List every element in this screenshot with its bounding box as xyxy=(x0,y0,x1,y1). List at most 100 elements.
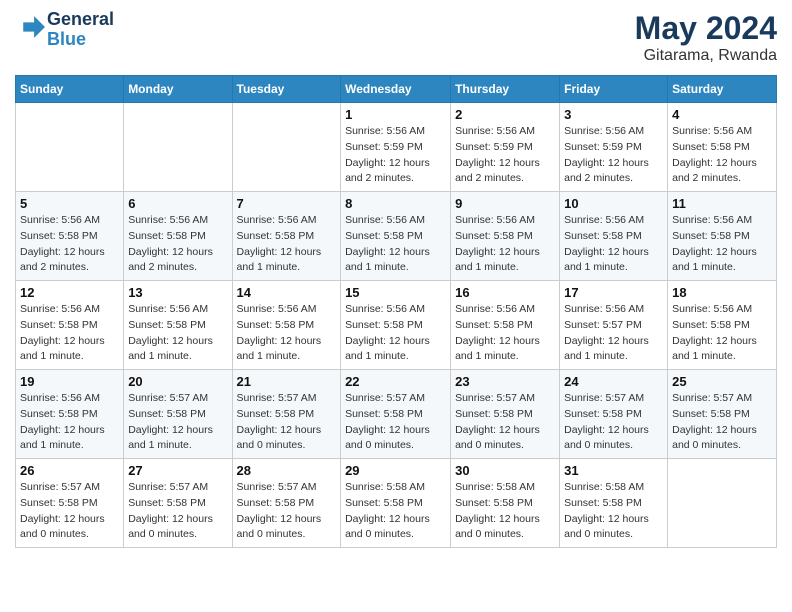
day-number: 9 xyxy=(455,196,555,211)
calendar-cell: 29 Sunrise: 5:58 AM Sunset: 5:58 PM Dayli… xyxy=(341,459,451,548)
day-number: 18 xyxy=(672,285,772,300)
day-number: 6 xyxy=(128,196,227,211)
calendar-cell xyxy=(232,103,341,192)
day-number: 20 xyxy=(128,374,227,389)
day-number: 11 xyxy=(672,196,772,211)
day-number: 13 xyxy=(128,285,227,300)
calendar-cell: 23Sunrise: 5:57 AM Sunset: 5:58 PM Dayli… xyxy=(451,370,560,459)
calendar-cell: 5Sunrise: 5:56 AM Sunset: 5:58 PM Daylig… xyxy=(16,192,124,281)
calendar-cell: 19Sunrise: 5:56 AM Sunset: 5:58 PM Dayli… xyxy=(16,370,124,459)
day-number: 1 xyxy=(345,107,446,122)
calendar-header-row: SundayMondayTuesdayWednesdayThursdayFrid… xyxy=(16,76,777,103)
day-info: Sunrise: 5:57 AM Sunset: 5:58 PM Dayligh… xyxy=(345,391,446,454)
calendar-week-row: 5 Sunrise: 5:56 AM Sunset: 5:58 PM Daylig… xyxy=(16,192,777,281)
day-info: Sunrise: 5:57 AM Sunset: 5:58 PM Dayligh… xyxy=(237,480,337,543)
day-info: Sunrise: 5:57 AM Sunset: 5:58 PM Dayligh… xyxy=(455,391,555,454)
day-info: Sunrise: 5:57 AM Sunset: 5:58 PM Dayligh… xyxy=(128,391,227,454)
calendar-cell: 14Sunrise: 5:56 AM Sunset: 5:58 PM Dayli… xyxy=(232,281,341,370)
calendar-cell: 27 Sunrise: 5:57 AM Sunset: 5:58 PM Dayli… xyxy=(124,459,232,548)
day-info: Sunrise: 5:58 AM Sunset: 5:58 PM Dayligh… xyxy=(345,480,446,543)
calendar-cell: 12 Sunrise: 5:56 AM Sunset: 5:58 PM Dayli… xyxy=(16,281,124,370)
day-info: Sunrise: 5:56 AM Sunset: 5:58 PM Dayligh… xyxy=(455,213,555,276)
calendar-cell: 6 Sunrise: 5:56 AM Sunset: 5:58 PM Daylig… xyxy=(124,192,232,281)
calendar-cell: 11Sunrise: 5:56 AM Sunset: 5:58 PM Dayli… xyxy=(668,192,777,281)
calendar-cell xyxy=(16,103,124,192)
calendar-week-row: 26 Sunrise: 5:57 AM Sunset: 5:58 PM Dayli… xyxy=(16,459,777,548)
calendar-cell: 31 Sunrise: 5:58 AM Sunset: 5:58 PM Dayli… xyxy=(560,459,668,548)
logo: General Blue xyxy=(15,10,114,50)
calendar-cell: 18 Sunrise: 5:56 AM Sunset: 5:58 PM Dayli… xyxy=(668,281,777,370)
day-number: 7 xyxy=(237,196,337,211)
day-number: 17 xyxy=(564,285,663,300)
day-info: Sunrise: 5:57 AM Sunset: 5:58 PM Dayligh… xyxy=(564,391,663,454)
logo-line2: Blue xyxy=(47,30,114,50)
calendar-cell: 16 Sunrise: 5:56 AM Sunset: 5:58 PM Dayli… xyxy=(451,281,560,370)
calendar-week-row: 12 Sunrise: 5:56 AM Sunset: 5:58 PM Dayli… xyxy=(16,281,777,370)
calendar-cell xyxy=(124,103,232,192)
day-info: Sunrise: 5:56 AM Sunset: 5:58 PM Dayligh… xyxy=(455,302,555,365)
day-number: 3 xyxy=(564,107,663,122)
day-header-wednesday: Wednesday xyxy=(341,76,451,103)
day-info: Sunrise: 5:56 AM Sunset: 5:59 PM Dayligh… xyxy=(345,124,446,187)
calendar-week-row: 1 Sunrise: 5:56 AM Sunset: 5:59 PM Daylig… xyxy=(16,103,777,192)
day-number: 24 xyxy=(564,374,663,389)
day-info: Sunrise: 5:57 AM Sunset: 5:58 PM Dayligh… xyxy=(672,391,772,454)
day-number: 29 xyxy=(345,463,446,478)
day-number: 10 xyxy=(564,196,663,211)
day-info: Sunrise: 5:58 AM Sunset: 5:58 PM Dayligh… xyxy=(455,480,555,543)
day-info: Sunrise: 5:56 AM Sunset: 5:58 PM Dayligh… xyxy=(128,302,227,365)
calendar-cell: 26 Sunrise: 5:57 AM Sunset: 5:58 PM Dayli… xyxy=(16,459,124,548)
day-number: 2 xyxy=(455,107,555,122)
day-number: 25 xyxy=(672,374,772,389)
logo-icon xyxy=(17,13,45,41)
day-number: 19 xyxy=(20,374,119,389)
day-number: 28 xyxy=(237,463,337,478)
day-info: Sunrise: 5:56 AM Sunset: 5:57 PM Dayligh… xyxy=(564,302,663,365)
calendar-cell: 1 Sunrise: 5:56 AM Sunset: 5:59 PM Daylig… xyxy=(341,103,451,192)
calendar-cell: 4Sunrise: 5:56 AM Sunset: 5:58 PM Daylig… xyxy=(668,103,777,192)
calendar-cell: 2Sunrise: 5:56 AM Sunset: 5:59 PM Daylig… xyxy=(451,103,560,192)
calendar-cell: 22 Sunrise: 5:57 AM Sunset: 5:58 PM Dayli… xyxy=(341,370,451,459)
day-header-sunday: Sunday xyxy=(16,76,124,103)
month-title: May 2024 xyxy=(635,10,777,47)
day-number: 22 xyxy=(345,374,446,389)
day-info: Sunrise: 5:56 AM Sunset: 5:58 PM Dayligh… xyxy=(128,213,227,276)
day-number: 31 xyxy=(564,463,663,478)
day-info: Sunrise: 5:56 AM Sunset: 5:58 PM Dayligh… xyxy=(20,302,119,365)
day-info: Sunrise: 5:57 AM Sunset: 5:58 PM Dayligh… xyxy=(237,391,337,454)
calendar-cell: 25 Sunrise: 5:57 AM Sunset: 5:58 PM Dayli… xyxy=(668,370,777,459)
day-header-saturday: Saturday xyxy=(668,76,777,103)
day-header-thursday: Thursday xyxy=(451,76,560,103)
calendar-cell: 20 Sunrise: 5:57 AM Sunset: 5:58 PM Dayli… xyxy=(124,370,232,459)
day-info: Sunrise: 5:56 AM Sunset: 5:58 PM Dayligh… xyxy=(345,302,446,365)
day-number: 26 xyxy=(20,463,119,478)
day-info: Sunrise: 5:56 AM Sunset: 5:58 PM Dayligh… xyxy=(672,302,772,365)
day-number: 15 xyxy=(345,285,446,300)
day-number: 4 xyxy=(672,107,772,122)
day-info: Sunrise: 5:57 AM Sunset: 5:58 PM Dayligh… xyxy=(128,480,227,543)
calendar-cell: 24 Sunrise: 5:57 AM Sunset: 5:58 PM Dayli… xyxy=(560,370,668,459)
day-number: 21 xyxy=(237,374,337,389)
day-header-friday: Friday xyxy=(560,76,668,103)
day-info: Sunrise: 5:57 AM Sunset: 5:58 PM Dayligh… xyxy=(20,480,119,543)
calendar-cell: 17 Sunrise: 5:56 AM Sunset: 5:57 PM Dayli… xyxy=(560,281,668,370)
day-number: 12 xyxy=(20,285,119,300)
calendar-cell: 28 Sunrise: 5:57 AM Sunset: 5:58 PM Dayli… xyxy=(232,459,341,548)
day-number: 27 xyxy=(128,463,227,478)
calendar-cell: 13 Sunrise: 5:56 AM Sunset: 5:58 PM Dayli… xyxy=(124,281,232,370)
day-number: 8 xyxy=(345,196,446,211)
day-header-monday: Monday xyxy=(124,76,232,103)
calendar-cell: 9 Sunrise: 5:56 AM Sunset: 5:58 PM Daylig… xyxy=(451,192,560,281)
day-number: 5 xyxy=(20,196,119,211)
day-header-tuesday: Tuesday xyxy=(232,76,341,103)
day-info: Sunrise: 5:56 AM Sunset: 5:58 PM Dayligh… xyxy=(345,213,446,276)
day-number: 16 xyxy=(455,285,555,300)
calendar-cell: 30Sunrise: 5:58 AM Sunset: 5:58 PM Dayli… xyxy=(451,459,560,548)
title-block: May 2024 Gitarama, Rwanda xyxy=(635,10,777,65)
calendar-cell: 8 Sunrise: 5:56 AM Sunset: 5:58 PM Daylig… xyxy=(341,192,451,281)
header: General Blue May 2024 Gitarama, Rwanda xyxy=(15,10,777,65)
day-info: Sunrise: 5:58 AM Sunset: 5:58 PM Dayligh… xyxy=(564,480,663,543)
page-container: General Blue May 2024 Gitarama, Rwanda S… xyxy=(0,0,792,558)
location-subtitle: Gitarama, Rwanda xyxy=(635,47,777,65)
calendar-table: SundayMondayTuesdayWednesdayThursdayFrid… xyxy=(15,75,777,548)
